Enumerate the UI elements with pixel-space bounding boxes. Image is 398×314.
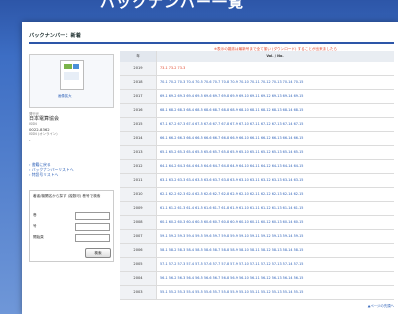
- year-cell: 2005: [120, 258, 157, 271]
- issue-links-cell[interactable]: 64-1 64-2 64-3 64-4 64-5 64-6 64-7 64-8 …: [160, 160, 392, 173]
- sidebar: 画像拡大 発行元 日本電算協会 ISSN 0022-8362 ISSN (オンラ…: [29, 54, 114, 284]
- issue-links-cell[interactable]: 66-1 66-2 66-3 66-4 66-5 66-6 66-7 66-8 …: [160, 132, 392, 145]
- year-cell: 2010: [120, 188, 157, 201]
- year-cell: 2017: [120, 90, 157, 103]
- table-row: 2014 66-1 66-2 66-3 66-4 66-5 66-6 66-7 6…: [120, 132, 394, 146]
- special-issue-link[interactable]: › 特設号リストへ: [29, 172, 112, 177]
- year-cell: 2019: [120, 62, 157, 75]
- year-cell: 2007: [120, 230, 157, 243]
- table-row: 2017 69-1 69-2 69-3 69-4 69-5 69-6 69-7 6…: [120, 90, 394, 104]
- issue-links-cell[interactable]: 55-1 55-2 55-3 55-4 55-5 55-6 55-7 55-8 …: [160, 286, 392, 299]
- banner-title: バックナンバー一覧: [100, 0, 245, 11]
- search-button[interactable]: 検索: [85, 248, 111, 258]
- issue-links-cell[interactable]: 68-1 68-2 68-3 68-4 68-5 68-6 68-7 68-8 …: [160, 104, 392, 117]
- table-row: 2018 70-1 70-2 70-3 70-4 70-5 70-6 70-7 7…: [120, 76, 394, 90]
- top-banner: バックナンバー一覧: [0, 0, 398, 22]
- page-input[interactable]: [75, 234, 110, 242]
- issue-links-cell[interactable]: 62-1 62-2 62-3 62-4 62-5 62-6 62-7 62-8 …: [160, 188, 392, 201]
- issue-links-cell[interactable]: 67-1 67-2 67-3 67-4 67-5 67-6 67-7 67-8 …: [160, 118, 392, 131]
- issue-links-cell[interactable]: 70-1 70-2 70-3 70-4 70-5 70-6 70-7 70-8 …: [160, 76, 392, 89]
- year-cell: 2009: [120, 202, 157, 215]
- year-cell: 2012: [120, 160, 157, 173]
- table-row: 2011 63-1 63-2 63-3 63-4 63-5 63-6 63-7 6…: [120, 174, 394, 188]
- page-top-link[interactable]: ▲ページの先頭へ: [368, 303, 394, 308]
- year-cell: 2015: [120, 118, 157, 131]
- issue-links-cell[interactable]: 56-1 56-2 56-3 56-4 56-5 56-6 56-7 56-8 …: [160, 272, 392, 285]
- issue-links-cell[interactable]: 61-1 61-2 61-3 61-4 61-5 61-6 61-7 61-8 …: [160, 202, 392, 215]
- issue-links-cell[interactable]: 69-1 69-2 69-3 69-4 69-5 69-6 69-7 69-8 …: [160, 90, 392, 103]
- table-row: 2010 62-1 62-2 62-3 62-4 62-5 62-6 62-7 6…: [120, 188, 394, 202]
- issue-links-cell[interactable]: 58-1 58-2 58-3 58-4 58-5 58-6 58-7 58-8 …: [160, 244, 392, 257]
- table-row: 2015 67-1 67-2 67-3 67-4 67-5 67-6 67-7 6…: [120, 118, 394, 132]
- year-cell: 2016: [120, 104, 157, 117]
- issue-links-cell[interactable]: 65-1 65-2 65-3 65-4 65-5 65-6 65-7 65-8 …: [160, 146, 392, 159]
- year-cell: 2014: [120, 132, 157, 145]
- issue-links-cell[interactable]: 73-1 73-2 73-3: [160, 62, 392, 75]
- no-label: 号: [33, 224, 37, 228]
- issue-links-cell[interactable]: 57-1 57-2 57-3 57-4 57-5 57-6 57-7 57-8 …: [160, 258, 392, 271]
- issue-links-cell[interactable]: 63-1 63-2 63-3 63-4 63-5 63-6 63-7 63-8 …: [160, 174, 392, 187]
- page-label: 開始頁: [33, 235, 44, 239]
- year-cell: 2013: [120, 146, 157, 159]
- page-title: バックナンバー：新着: [29, 33, 81, 39]
- content-panel: バックナンバー：新着 ※表示の雑誌は最新号まで全て揃い (ダウンロード) するこ…: [22, 22, 398, 314]
- side-links: › 書籍に戻る › バックナンバーリストへ › 特設号リストへ: [29, 162, 112, 177]
- table-row: 2009 61-1 61-2 61-3 61-4 61-5 61-6 61-7 6…: [120, 202, 394, 216]
- vol-label: 巻: [33, 213, 37, 217]
- vol-header: Vol. / No.: [266, 54, 284, 58]
- table-row: 2008 60-1 60-2 60-3 60-4 60-5 60-6 60-7 6…: [120, 216, 394, 230]
- table-row: 2005 57-1 57-2 57-3 57-4 57-5 57-6 57-7 5…: [120, 258, 394, 272]
- vol-input[interactable]: [75, 212, 110, 220]
- issn-online-value: -: [29, 137, 31, 142]
- table-row: 2019 73-1 73-2 73-3: [120, 62, 394, 76]
- no-input[interactable]: [75, 223, 110, 231]
- page-title-bar: バックナンバー：新着: [29, 30, 394, 44]
- journal-cover-image[interactable]: [60, 60, 84, 90]
- journal-thumbnail-box: 画像拡大: [29, 54, 114, 108]
- year-cell: 2011: [120, 174, 157, 187]
- table-row: 2016 68-1 68-2 68-3 68-4 68-5 68-6 68-7 6…: [120, 104, 394, 118]
- search-title: 著者/機関名から探す (複数可) 巻号で検索: [33, 194, 101, 198]
- year-cell: 2018: [120, 76, 157, 89]
- year-cell: 2006: [120, 244, 157, 257]
- table-row: 2004 56-1 56-2 56-3 56-4 56-5 56-6 56-7 5…: [120, 272, 394, 286]
- issue-links-cell[interactable]: 59-1 59-2 59-3 59-4 59-5 59-6 59-7 59-8 …: [160, 230, 392, 243]
- year-cell: 2008: [120, 216, 157, 229]
- table-row: 2013 65-1 65-2 65-3 65-4 65-5 65-6 65-7 6…: [120, 146, 394, 160]
- journal-meta: 発行元 日本電算協会 ISSN 0022-8362 ISSN (オンライン) -: [29, 112, 112, 142]
- issue-links-cell[interactable]: 60-1 60-2 60-3 60-4 60-5 60-6 60-7 60-8 …: [160, 216, 392, 229]
- table-row: 2006 58-1 58-2 58-3 58-4 58-5 58-6 58-7 5…: [120, 244, 394, 258]
- year-cell: 2004: [120, 272, 157, 285]
- year-header: 年: [120, 51, 157, 62]
- table-row: 2012 64-1 64-2 64-3 64-4 64-5 64-6 64-7 6…: [120, 160, 394, 174]
- table-row: 2003 55-1 55-2 55-3 55-4 55-5 55-6 55-7 5…: [120, 286, 394, 300]
- enlarge-image-link[interactable]: 画像拡大: [58, 93, 72, 98]
- table-row: 2007 59-1 59-2 59-3 59-4 59-5 59-6 59-7 5…: [120, 230, 394, 244]
- year-cell: 2003: [120, 286, 157, 299]
- issue-search-box: 著者/機関名から探す (複数可) 巻号で検索 巻 号 開始頁 検索: [29, 190, 114, 262]
